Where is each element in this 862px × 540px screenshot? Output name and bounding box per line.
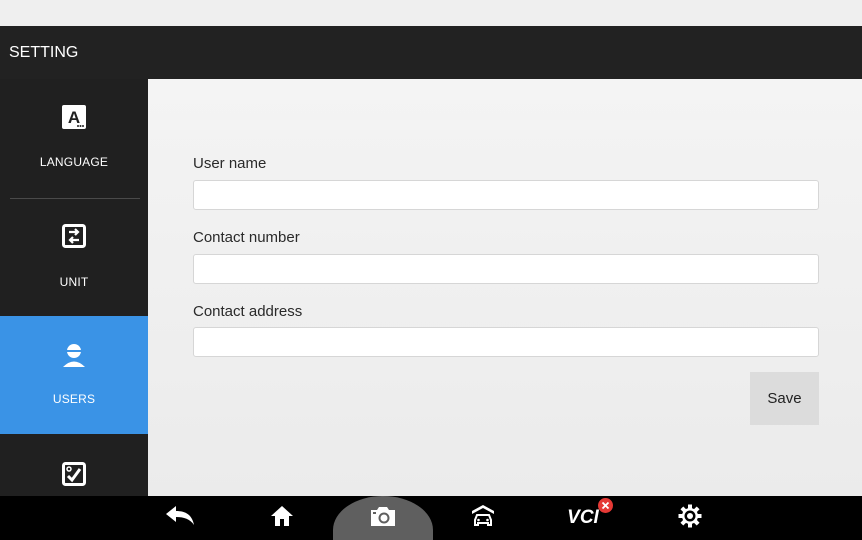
vehicle-button[interactable] (466, 496, 500, 540)
status-strip (0, 0, 862, 26)
sidebar-item-users[interactable]: USERS (0, 316, 148, 434)
screenshot-button[interactable] (363, 496, 403, 540)
sidebar-item-unit[interactable]: UNIT (0, 199, 148, 315)
page-title: SETTING (9, 44, 79, 61)
home-button[interactable] (262, 496, 302, 540)
sidebar-item-language[interactable]: A LANGUAGE (0, 79, 148, 197)
vci-icon: VCI (567, 507, 599, 528)
sidebar-item-label: USERS (52, 392, 96, 406)
vci-disconnected-icon (598, 498, 613, 513)
contact-number-label: Contact number (193, 229, 300, 246)
sidebar: A LANGUAGE UNIT USERS (0, 79, 148, 496)
user-name-label: User name (193, 155, 267, 172)
svg-text:A: A (68, 108, 80, 127)
app-header: SETTING (0, 26, 862, 79)
checkbox-icon (62, 462, 86, 491)
home-icon (270, 504, 294, 533)
language-icon: A (61, 104, 87, 135)
sidebar-item-label: LANGUAGE (39, 155, 109, 169)
back-button[interactable] (160, 496, 200, 540)
unit-icon (62, 224, 86, 253)
contact-number-input[interactable] (193, 254, 819, 284)
bottom-taskbar: VCI (0, 496, 862, 540)
contact-address-input[interactable] (193, 327, 819, 357)
car-icon (471, 504, 495, 533)
user-icon (61, 342, 87, 373)
save-button[interactable]: Save (750, 372, 819, 425)
back-icon (164, 505, 196, 532)
camera-icon (370, 505, 396, 532)
user-name-input[interactable] (193, 180, 819, 210)
sidebar-item-label: UNIT (59, 275, 89, 289)
contact-address-label: Contact address (193, 303, 303, 320)
user-info-panel: User name Contact number Contact address… (148, 79, 862, 496)
settings-button[interactable] (674, 496, 706, 540)
settings-icon (678, 504, 702, 533)
sidebar-item-check[interactable] (0, 435, 148, 496)
